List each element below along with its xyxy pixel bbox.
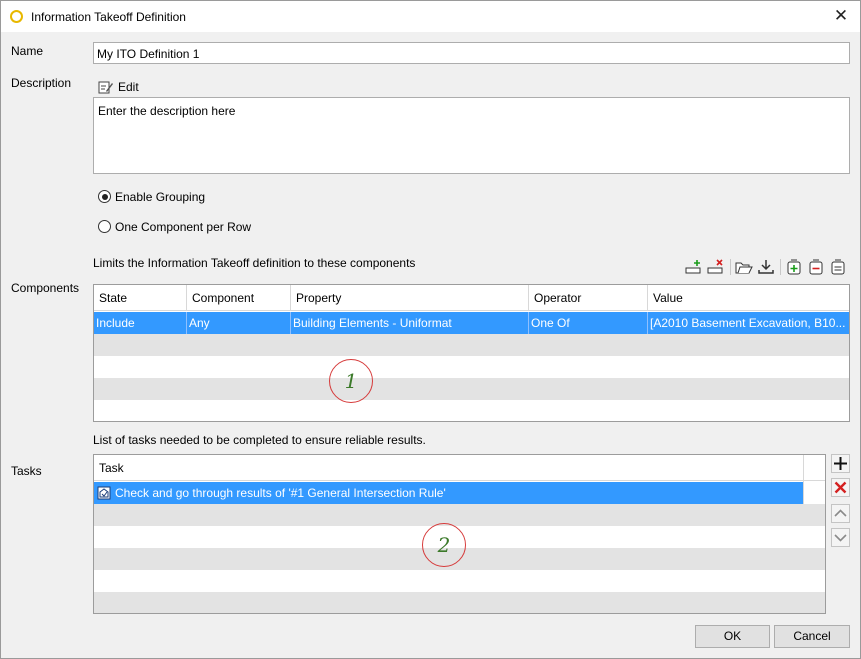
radio-circle bbox=[98, 190, 111, 203]
move-up-button[interactable] bbox=[831, 504, 850, 523]
add-task-button[interactable] bbox=[831, 454, 850, 473]
column-header-operator[interactable]: Operator bbox=[529, 285, 648, 311]
cell-component: Any bbox=[187, 312, 291, 334]
table-header: State Component Property Operator Value bbox=[94, 285, 849, 311]
add-row-icon[interactable] bbox=[685, 258, 703, 276]
column-header-state[interactable]: State bbox=[94, 285, 187, 311]
description-label: Description bbox=[11, 76, 72, 90]
components-label: Components bbox=[11, 281, 80, 295]
dialog-window: Information Takeoff Definition ✕ Name My… bbox=[0, 0, 861, 659]
empty-row bbox=[94, 592, 825, 613]
empty-row bbox=[94, 504, 825, 526]
task-icon bbox=[97, 486, 111, 500]
tasks-hint: List of tasks needed to be completed to … bbox=[93, 433, 426, 447]
edit-icon bbox=[98, 81, 113, 94]
annotation-marker-2: 2 bbox=[422, 523, 466, 567]
cancel-button[interactable]: Cancel bbox=[774, 625, 850, 648]
app-icon bbox=[10, 10, 23, 23]
table-row[interactable]: Include Any Building Elements - Uniforma… bbox=[94, 312, 849, 334]
annotation-marker-1: 1 bbox=[329, 359, 373, 403]
chevron-up-icon bbox=[834, 509, 847, 517]
empty-row bbox=[94, 378, 849, 400]
group-icon[interactable] bbox=[807, 258, 825, 276]
column-divider bbox=[803, 455, 804, 504]
components-hint: Limits the Information Takeoff definitio… bbox=[93, 256, 416, 270]
open-folder-icon[interactable] bbox=[735, 258, 753, 276]
chevron-down-icon bbox=[834, 534, 847, 542]
radio-label: Enable Grouping bbox=[115, 190, 206, 204]
close-icon[interactable]: ✕ bbox=[830, 5, 852, 27]
plus-icon bbox=[834, 457, 847, 470]
table-header: Task bbox=[94, 455, 825, 481]
name-label: Name bbox=[11, 44, 44, 58]
toolbar-separator bbox=[730, 259, 731, 275]
group-alt-icon[interactable] bbox=[829, 258, 847, 276]
radio-label: One Component per Row bbox=[115, 220, 252, 234]
remove-row-icon[interactable] bbox=[707, 258, 725, 276]
tasks-label: Tasks bbox=[11, 464, 42, 478]
cell-operator: One Of bbox=[529, 312, 648, 334]
radio-one-component-per-row[interactable]: One Component per Row bbox=[98, 220, 298, 236]
window-title: Information Takeoff Definition bbox=[31, 10, 186, 24]
cell-task: Check and go through results of '#1 Gene… bbox=[115, 486, 446, 500]
column-header-property[interactable]: Property bbox=[291, 285, 529, 311]
delete-icon bbox=[834, 481, 847, 494]
table-row[interactable]: Check and go through results of '#1 Gene… bbox=[94, 482, 804, 504]
cell-property: Building Elements - Uniformat bbox=[291, 312, 529, 334]
download-icon[interactable] bbox=[757, 258, 775, 276]
toolbar-separator bbox=[780, 259, 781, 275]
empty-row bbox=[94, 570, 825, 592]
add-group-icon[interactable] bbox=[785, 258, 803, 276]
column-header-task[interactable]: Task bbox=[94, 455, 804, 481]
components-toolbar bbox=[685, 257, 851, 277]
radio-enable-grouping[interactable]: Enable Grouping bbox=[98, 190, 298, 206]
column-header-value[interactable]: Value bbox=[648, 285, 849, 311]
edit-label: Edit bbox=[118, 80, 139, 94]
empty-row bbox=[94, 356, 849, 378]
cell-value: [A2010 Basement Excavation, B10... bbox=[650, 316, 846, 330]
ok-button[interactable]: OK bbox=[695, 625, 770, 648]
empty-row bbox=[94, 400, 849, 421]
radio-circle bbox=[98, 220, 111, 233]
description-field[interactable]: Enter the description here bbox=[93, 97, 850, 174]
delete-task-button[interactable] bbox=[831, 478, 850, 497]
name-field[interactable]: My ITO Definition 1 bbox=[93, 42, 850, 64]
title-bar: Information Takeoff Definition ✕ bbox=[1, 1, 860, 32]
components-table[interactable]: State Component Property Operator Value … bbox=[93, 284, 850, 422]
move-down-button[interactable] bbox=[831, 528, 850, 547]
column-header-component[interactable]: Component bbox=[187, 285, 291, 311]
cell-state: Include bbox=[94, 312, 187, 334]
empty-row bbox=[94, 334, 849, 356]
